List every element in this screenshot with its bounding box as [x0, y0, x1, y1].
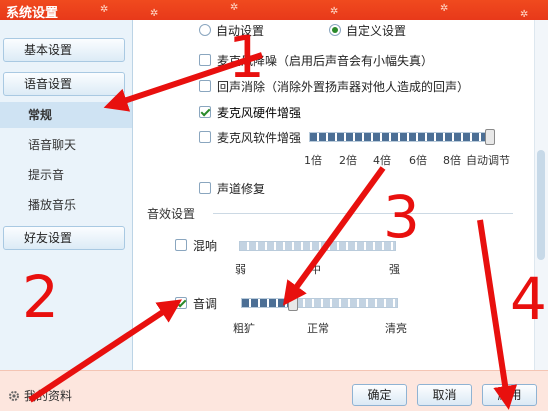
annotation-number-4: 4	[510, 265, 547, 333]
slider-fill	[310, 133, 490, 141]
my-profile-link[interactable]: 我的资料	[8, 387, 72, 404]
slider-knob[interactable]	[485, 129, 495, 145]
tick-label: 1倍	[304, 154, 322, 167]
sidebar-group-friends[interactable]: 好友设置	[3, 226, 125, 250]
snowflake-icon: ✲	[100, 4, 109, 15]
divider	[213, 213, 513, 214]
settings-content: 自动设置 自定义设置 麦克风降噪（启用后声音会有小幅失真） 回声消除（消除外置扬…	[133, 20, 535, 370]
checkbox-checked-icon	[175, 297, 187, 309]
snowflake-icon: ✲	[330, 6, 339, 17]
reverb-checkbox[interactable]: 混响	[175, 236, 217, 254]
sidebar-item-voice-chat[interactable]: 语音聊天	[0, 132, 132, 158]
tick-label: 4倍	[373, 154, 391, 167]
gear-icon	[9, 390, 19, 401]
pitch-slider[interactable]	[241, 295, 398, 311]
channel-fix-checkbox[interactable]: 声道修复	[199, 179, 265, 197]
slider-fill	[242, 299, 293, 307]
slider-knob[interactable]	[288, 295, 298, 311]
sidebar-item-general[interactable]: 常规	[0, 102, 132, 128]
mic-hw-boost-checkbox[interactable]: 麦克风硬件增强	[199, 103, 301, 121]
scroll-thumb[interactable]	[537, 150, 545, 260]
sidebar-group-basic[interactable]: 基本设置	[3, 38, 125, 62]
bottom-bar: 我的资料 确定 取消 应用	[0, 370, 548, 411]
tick-label: 正常	[307, 322, 329, 335]
snowflake-icon: ✲	[150, 8, 159, 19]
radio-icon	[199, 24, 211, 36]
checkbox-icon	[199, 182, 211, 194]
tick-label: 2倍	[339, 154, 357, 167]
settings-sidebar: 基本设置 语音设置 常规 语音聊天 提示音 播放音乐 好友设置	[0, 20, 133, 370]
title-bar: 系统设置 ✲ ✲ ✲ ✲ ✲ ✲	[0, 0, 548, 21]
custom-setting-radio[interactable]: 自定义设置	[329, 21, 406, 39]
cancel-button[interactable]: 取消	[417, 384, 472, 406]
window-title: 系统设置	[6, 6, 59, 21]
sidebar-item-play-music[interactable]: 播放音乐	[0, 192, 132, 218]
tick-label: 8倍	[443, 154, 461, 167]
ok-button[interactable]: 确定	[352, 384, 407, 406]
snowflake-icon: ✲	[440, 3, 449, 14]
apply-button[interactable]: 应用	[482, 384, 537, 406]
annotation-number-1: 1	[228, 23, 265, 91]
pitch-checkbox[interactable]: 音调	[175, 294, 217, 312]
snowflake-icon: ✲	[230, 2, 239, 13]
tick-label: 弱	[235, 263, 246, 276]
annotation-number-3: 3	[383, 183, 420, 251]
radio-selected-icon	[329, 24, 341, 36]
checkbox-icon	[199, 131, 211, 143]
checkbox-icon	[199, 54, 211, 66]
tick-label: 粗犷	[233, 322, 255, 335]
mic-sw-boost-slider[interactable]	[309, 129, 495, 145]
sidebar-item-notification-sound[interactable]: 提示音	[0, 162, 132, 188]
reverb-slider[interactable]	[239, 241, 396, 251]
annotation-number-2: 2	[22, 263, 59, 331]
checkbox-icon	[199, 80, 211, 92]
tick-label: 强	[389, 263, 400, 276]
tick-label: 中	[310, 263, 321, 276]
tick-label: 清亮	[385, 322, 407, 335]
tick-label: 6倍	[409, 154, 427, 167]
checkbox-icon	[175, 239, 187, 251]
tick-label: 自动调节	[466, 154, 510, 167]
checkbox-checked-icon	[199, 106, 211, 118]
sidebar-group-voice[interactable]: 语音设置	[3, 72, 125, 96]
sound-effects-title: 音效设置	[147, 207, 196, 221]
mic-sw-boost-checkbox[interactable]: 麦克风软件增强	[199, 128, 301, 146]
snowflake-icon: ✲	[520, 9, 529, 20]
